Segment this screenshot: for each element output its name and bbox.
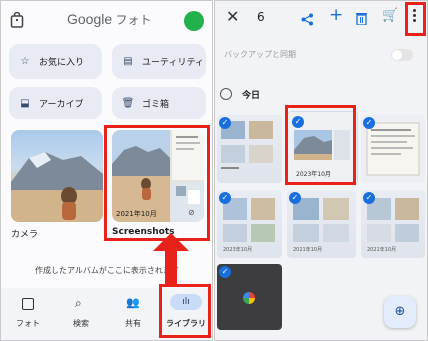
app-icon (243, 292, 255, 304)
backup-label: バックアップと同期 (224, 50, 296, 59)
tile-date: 2021年10月 (367, 247, 397, 253)
selected-check-icon: ✓ (363, 117, 375, 129)
selected-check-icon: ✓ (363, 192, 375, 204)
red-arrow (153, 233, 189, 285)
selected-check-icon: ✓ (289, 192, 301, 204)
delete-icon[interactable] (356, 10, 367, 29)
nav-photos-label: フォト (16, 319, 40, 328)
utility-label: ユーティリティ (142, 58, 204, 68)
share-icon[interactable] (301, 11, 314, 30)
bag-icon[interactable] (10, 11, 24, 28)
archive-icon: ⬓ (20, 97, 30, 109)
star-icon: ☆ (20, 56, 30, 67)
trash-label: ゴミ箱 (142, 99, 170, 110)
nav-search-label: 検索 (73, 319, 89, 328)
utility-icon: ▤ (123, 56, 133, 67)
tile-date: 2021年10月 (293, 247, 323, 253)
add-icon[interactable]: + (329, 5, 343, 25)
photo-tile-5[interactable]: 2021年10月 ✓ (287, 190, 356, 258)
nav-shared[interactable]: 👥 共有 (113, 294, 153, 334)
cart-icon[interactable]: 🛒 (382, 8, 398, 23)
photo-icon (22, 298, 34, 310)
logo-google: Google (67, 11, 113, 27)
camera-album-thumbnail[interactable] (11, 130, 103, 222)
selected-count: 6 (257, 10, 265, 24)
today-label: 今日 (242, 91, 261, 101)
favorites-label: お気に入り (39, 58, 85, 68)
app-logo: Google フォト (67, 11, 152, 28)
close-icon[interactable]: ✕ (226, 7, 239, 26)
search-icon: ⌕ (75, 296, 82, 310)
selected-check-icon: ✓ (219, 117, 231, 129)
avatar[interactable] (184, 11, 204, 31)
archive-label: アーカイブ (39, 99, 84, 110)
selected-check-icon: ✓ (219, 266, 231, 278)
photo-tile-7[interactable]: ✓ (217, 264, 282, 330)
photo-tile-1[interactable]: ✓ (217, 115, 282, 183)
highlight-library-tab (159, 284, 211, 338)
zoom-in-icon: ⊕ (394, 304, 406, 319)
photo-tile-3[interactable]: ✓ (361, 115, 425, 183)
favorites-button[interactable]: ☆ お気に入り (9, 44, 102, 79)
backup-toggle[interactable] (391, 49, 413, 61)
archive-button[interactable]: ⬓ アーカイブ (9, 87, 102, 119)
utility-button[interactable]: ▤ ユーティリティ (112, 44, 206, 79)
mountain-photo (11, 152, 103, 222)
tile-date: 2023年10月 (223, 247, 253, 253)
selection-screen: ✕ 6 + 🛒 バックアップと同期 今日 ✓ 2023年10月 ✓ ✓ 2023… (214, 0, 428, 341)
highlight-selected-album (285, 105, 356, 185)
nav-photos[interactable]: フォト (8, 294, 48, 334)
trash-button[interactable]: 🗑 ゴミ箱 (112, 87, 206, 119)
nav-shared-label: 共有 (125, 319, 141, 328)
camera-album-label: カメラ (11, 230, 39, 240)
photo-tile-4[interactable]: 2023年10月 ✓ (217, 190, 282, 258)
highlight-screenshots-album (104, 125, 210, 241)
selected-check-icon: ✓ (219, 192, 231, 204)
select-today-radio[interactable] (220, 88, 232, 100)
people-icon: 👥 (126, 296, 140, 309)
nav-search[interactable]: ⌕ 検索 (61, 294, 101, 334)
photo-tile-6[interactable]: 2021年10月 ✓ (361, 190, 425, 258)
trash-icon: 🗑 (121, 97, 135, 109)
highlight-more-options (405, 2, 426, 36)
library-screen: Google フォト ☆ お気に入り ▤ ユーティリティ ⬓ アーカイブ 🗑 ゴ… (0, 0, 213, 341)
logo-photos: フォト (112, 13, 152, 27)
zoom-button[interactable]: ⊕ (384, 296, 416, 328)
